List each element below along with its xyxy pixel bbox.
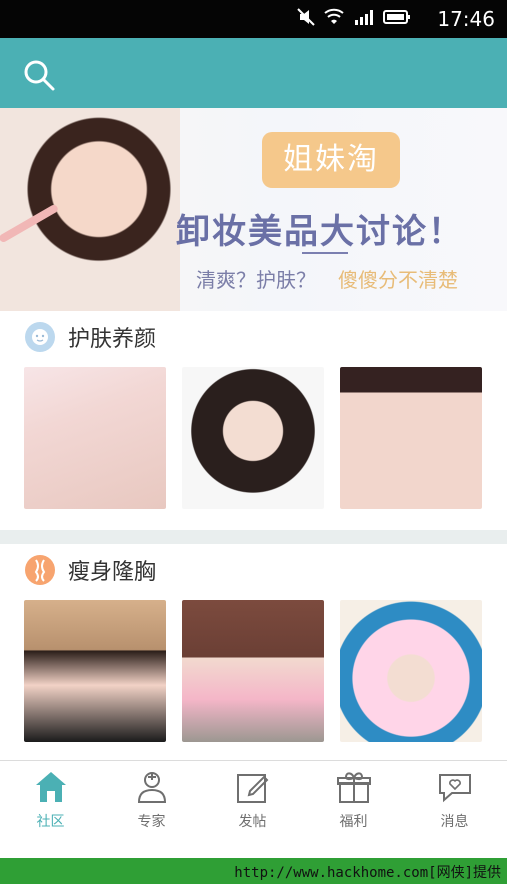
home-icon [35, 772, 66, 802]
edit-icon [236, 774, 268, 803]
section-separator [0, 530, 507, 544]
status-icons [297, 8, 411, 26]
skin-photo-1[interactable] [24, 367, 166, 509]
doctor-icon [137, 772, 166, 803]
tab-label: 发帖 [238, 814, 267, 830]
body-photo-2[interactable] [182, 600, 324, 742]
banner-headline: 卸妆美品大讨论！ [176, 212, 464, 252]
banner-badge: 姐妹淘 [262, 132, 400, 188]
section-header[interactable]: 护肤养颜 [24, 321, 156, 353]
promo-banner[interactable]: 姐妹淘 卸妆美品大讨论！ 清爽？护肤？ 傻傻分不清楚 [0, 108, 507, 311]
status-time: 17:46 [437, 7, 495, 31]
tab-community[interactable]: 社区 [0, 769, 101, 859]
watermark-text: http://www.hackhome.com[网侠]提供 [234, 865, 501, 881]
banner-subtitle-left: 清爽？护肤？ [196, 268, 316, 292]
banner-divider [302, 252, 348, 254]
tab-messages[interactable]: 消息 [404, 769, 505, 859]
banner-portrait [0, 108, 180, 311]
gift-icon [336, 772, 371, 803]
body-icon [25, 555, 55, 585]
wifi-icon [324, 8, 344, 24]
battery-icon [383, 10, 410, 24]
status-bar: 17:46 [0, 0, 507, 38]
section-header[interactable]: 瘦身隆胸 [24, 554, 156, 586]
section-title: 护肤养颜 [68, 327, 157, 352]
tab-post[interactable]: 发帖 [202, 769, 303, 859]
bottom-tab-bar: 社区 专家 发帖 福利 消息 [0, 760, 507, 859]
tab-label: 专家 [137, 814, 166, 830]
tab-label: 社区 [36, 814, 65, 830]
bottom-strip: http://www.hackhome.com[网侠]提供 [0, 858, 507, 884]
app-bar [0, 38, 507, 108]
tab-label: 消息 [440, 814, 469, 830]
tab-welfare[interactable]: 福利 [303, 769, 404, 859]
message-icon [438, 774, 471, 803]
body-photo-1[interactable] [24, 600, 166, 742]
section-skin-care: 护肤养颜 [0, 311, 507, 530]
section-title: 瘦身隆胸 [68, 560, 157, 585]
signal-icon [355, 10, 373, 25]
tab-label: 福利 [339, 814, 368, 830]
mute-icon [297, 8, 315, 26]
skin-photo-3[interactable] [340, 367, 482, 509]
tab-experts[interactable]: 专家 [101, 769, 202, 859]
search-icon[interactable] [22, 58, 56, 92]
skin-photo-2[interactable] [182, 367, 324, 509]
section-body: 瘦身隆胸 [0, 544, 507, 760]
face-mask-icon [25, 322, 55, 352]
banner-subtitle-right: 傻傻分不清楚 [338, 268, 458, 292]
body-photo-3[interactable] [340, 600, 482, 742]
section-thumbnails [24, 367, 482, 509]
section-thumbnails [24, 600, 482, 742]
